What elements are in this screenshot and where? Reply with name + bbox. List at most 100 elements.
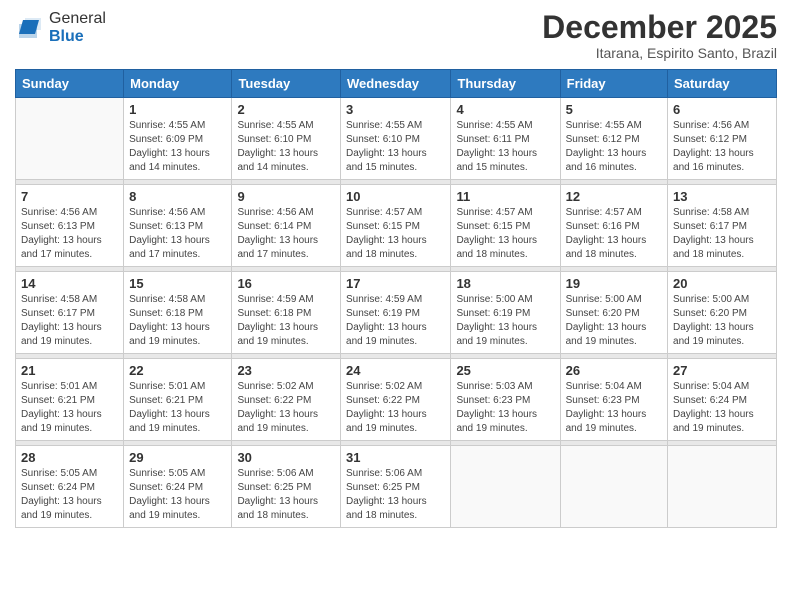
day-number: 31 xyxy=(346,450,445,465)
day-number: 11 xyxy=(456,189,554,204)
day-number: 18 xyxy=(456,276,554,291)
day-number: 23 xyxy=(237,363,335,378)
day-info: Sunrise: 5:06 AM Sunset: 6:25 PM Dayligh… xyxy=(346,467,445,523)
calendar-cell: 1 Sunrise: 4:55 AM Sunset: 6:09 PM Daylig… xyxy=(124,98,232,180)
day-info: Sunrise: 5:00 AM Sunset: 6:20 PM Dayligh… xyxy=(673,293,771,349)
calendar-cell: 18 Sunrise: 5:00 AM Sunset: 6:19 PM Dayli… xyxy=(451,272,560,354)
calendar-cell: 12 Sunrise: 4:57 AM Sunset: 6:16 PM Dayli… xyxy=(560,185,667,267)
day-info: Sunrise: 5:02 AM Sunset: 6:22 PM Dayligh… xyxy=(346,380,445,436)
day-number: 28 xyxy=(21,450,118,465)
header-wednesday: Wednesday xyxy=(341,70,451,98)
calendar-cell: 6Sunrise: 4:56 AM Sunset: 6:12 PM Daylig… xyxy=(668,98,777,180)
day-number: 26 xyxy=(566,363,662,378)
calendar-cell xyxy=(560,446,667,528)
day-number: 16 xyxy=(237,276,335,291)
day-info: Sunrise: 5:00 AM Sunset: 6:20 PM Dayligh… xyxy=(566,293,662,349)
day-number: 12 xyxy=(566,189,662,204)
day-info: Sunrise: 4:59 AM Sunset: 6:18 PM Dayligh… xyxy=(237,293,335,349)
day-number: 8 xyxy=(129,189,226,204)
calendar-cell: 11 Sunrise: 4:57 AM Sunset: 6:15 PM Dayli… xyxy=(451,185,560,267)
day-info: Sunrise: 4:58 AM Sunset: 6:17 PM Dayligh… xyxy=(673,206,771,262)
day-info: Sunrise: 4:57 AM Sunset: 6:15 PM Dayligh… xyxy=(456,206,554,262)
calendar-cell xyxy=(451,446,560,528)
week-row-5: 28 Sunrise: 5:05 AM Sunset: 6:24 PM Dayli… xyxy=(16,446,777,528)
day-number: 3 xyxy=(346,102,445,117)
title-area: December 2025 Itarana, Espirito Santo, B… xyxy=(542,10,777,61)
day-info: Sunrise: 5:06 AM Sunset: 6:25 PM Dayligh… xyxy=(237,467,335,523)
day-info: Sunrise: 4:58 AM Sunset: 6:17 PM Dayligh… xyxy=(21,293,118,349)
calendar-cell: 4Sunrise: 4:55 AM Sunset: 6:11 PM Daylig… xyxy=(451,98,560,180)
calendar-cell: 20 Sunrise: 5:00 AM Sunset: 6:20 PM Dayli… xyxy=(668,272,777,354)
calendar-cell: 10Sunrise: 4:57 AM Sunset: 6:15 PM Dayli… xyxy=(341,185,451,267)
day-info: Sunrise: 5:03 AM Sunset: 6:23 PM Dayligh… xyxy=(456,380,554,436)
week-row-3: 14 Sunrise: 4:58 AM Sunset: 6:17 PM Dayli… xyxy=(16,272,777,354)
day-number: 25 xyxy=(456,363,554,378)
day-info: Sunrise: 4:56 AM Sunset: 6:13 PM Dayligh… xyxy=(21,206,118,262)
week-row-1: 1 Sunrise: 4:55 AM Sunset: 6:09 PM Daylig… xyxy=(16,98,777,180)
header-friday: Friday xyxy=(560,70,667,98)
logo-text: General Blue xyxy=(49,10,106,45)
day-number: 30 xyxy=(237,450,335,465)
day-info: Sunrise: 4:55 AM Sunset: 6:11 PM Dayligh… xyxy=(456,119,554,175)
calendar-cell: 16 Sunrise: 4:59 AM Sunset: 6:18 PM Dayli… xyxy=(232,272,341,354)
month-title: December 2025 xyxy=(542,10,777,45)
calendar-cell: 26 Sunrise: 5:04 AM Sunset: 6:23 PM Dayli… xyxy=(560,359,667,441)
week-row-4: 21Sunrise: 5:01 AM Sunset: 6:21 PM Dayli… xyxy=(16,359,777,441)
day-info: Sunrise: 4:55 AM Sunset: 6:09 PM Dayligh… xyxy=(129,119,226,175)
day-number: 2 xyxy=(237,102,335,117)
day-number: 7 xyxy=(21,189,118,204)
day-number: 22 xyxy=(129,363,226,378)
day-number: 14 xyxy=(21,276,118,291)
day-info: Sunrise: 5:00 AM Sunset: 6:19 PM Dayligh… xyxy=(456,293,554,349)
header-thursday: Thursday xyxy=(451,70,560,98)
calendar-cell: 29 Sunrise: 5:05 AM Sunset: 6:24 PM Dayli… xyxy=(124,446,232,528)
day-info: Sunrise: 5:04 AM Sunset: 6:23 PM Dayligh… xyxy=(566,380,662,436)
day-info: Sunrise: 4:57 AM Sunset: 6:16 PM Dayligh… xyxy=(566,206,662,262)
calendar-cell: 5Sunrise: 4:55 AM Sunset: 6:12 PM Daylig… xyxy=(560,98,667,180)
logo: General Blue xyxy=(15,10,106,45)
day-info: Sunrise: 4:59 AM Sunset: 6:19 PM Dayligh… xyxy=(346,293,445,349)
day-info: Sunrise: 4:57 AM Sunset: 6:15 PM Dayligh… xyxy=(346,206,445,262)
day-info: Sunrise: 5:05 AM Sunset: 6:24 PM Dayligh… xyxy=(129,467,226,523)
calendar-cell: 27Sunrise: 5:04 AM Sunset: 6:24 PM Dayli… xyxy=(668,359,777,441)
calendar-cell: 9Sunrise: 4:56 AM Sunset: 6:14 PM Daylig… xyxy=(232,185,341,267)
logo-general-text: General xyxy=(49,10,106,28)
calendar-cell: 21Sunrise: 5:01 AM Sunset: 6:21 PM Dayli… xyxy=(16,359,124,441)
calendar-cell: 25 Sunrise: 5:03 AM Sunset: 6:23 PM Dayli… xyxy=(451,359,560,441)
day-number: 24 xyxy=(346,363,445,378)
day-info: Sunrise: 4:58 AM Sunset: 6:18 PM Dayligh… xyxy=(129,293,226,349)
day-number: 29 xyxy=(129,450,226,465)
day-number: 5 xyxy=(566,102,662,117)
day-info: Sunrise: 4:56 AM Sunset: 6:12 PM Dayligh… xyxy=(673,119,771,175)
day-number: 15 xyxy=(129,276,226,291)
day-info: Sunrise: 4:55 AM Sunset: 6:10 PM Dayligh… xyxy=(346,119,445,175)
calendar-cell: 30 Sunrise: 5:06 AM Sunset: 6:25 PM Dayli… xyxy=(232,446,341,528)
calendar-cell: 13Sunrise: 4:58 AM Sunset: 6:17 PM Dayli… xyxy=(668,185,777,267)
calendar-cell: 22Sunrise: 5:01 AM Sunset: 6:21 PM Dayli… xyxy=(124,359,232,441)
calendar-cell xyxy=(668,446,777,528)
calendar-cell: 15 Sunrise: 4:58 AM Sunset: 6:18 PM Dayli… xyxy=(124,272,232,354)
location: Itarana, Espirito Santo, Brazil xyxy=(542,45,777,61)
day-number: 1 xyxy=(129,102,226,117)
logo-icon xyxy=(15,14,45,42)
header-saturday: Saturday xyxy=(668,70,777,98)
calendar-cell: 28 Sunrise: 5:05 AM Sunset: 6:24 PM Dayli… xyxy=(16,446,124,528)
calendar-cell: 31 Sunrise: 5:06 AM Sunset: 6:25 PM Dayli… xyxy=(341,446,451,528)
day-number: 17 xyxy=(346,276,445,291)
day-number: 20 xyxy=(673,276,771,291)
day-info: Sunrise: 5:05 AM Sunset: 6:24 PM Dayligh… xyxy=(21,467,118,523)
logo-blue-text: Blue xyxy=(49,28,106,46)
day-info: Sunrise: 5:04 AM Sunset: 6:24 PM Dayligh… xyxy=(673,380,771,436)
day-number: 19 xyxy=(566,276,662,291)
calendar-cell: 8 Sunrise: 4:56 AM Sunset: 6:13 PM Daylig… xyxy=(124,185,232,267)
header-monday: Monday xyxy=(124,70,232,98)
header-tuesday: Tuesday xyxy=(232,70,341,98)
calendar-page: General Blue December 2025 Itarana, Espi… xyxy=(0,0,792,612)
day-info: Sunrise: 4:56 AM Sunset: 6:13 PM Dayligh… xyxy=(129,206,226,262)
calendar-cell: 7 Sunrise: 4:56 AM Sunset: 6:13 PM Daylig… xyxy=(16,185,124,267)
header-sunday: Sunday xyxy=(16,70,124,98)
day-info: Sunrise: 4:55 AM Sunset: 6:10 PM Dayligh… xyxy=(237,119,335,175)
calendar-cell: 3 Sunrise: 4:55 AM Sunset: 6:10 PM Daylig… xyxy=(341,98,451,180)
day-number: 21 xyxy=(21,363,118,378)
header: General Blue December 2025 Itarana, Espi… xyxy=(15,10,777,61)
